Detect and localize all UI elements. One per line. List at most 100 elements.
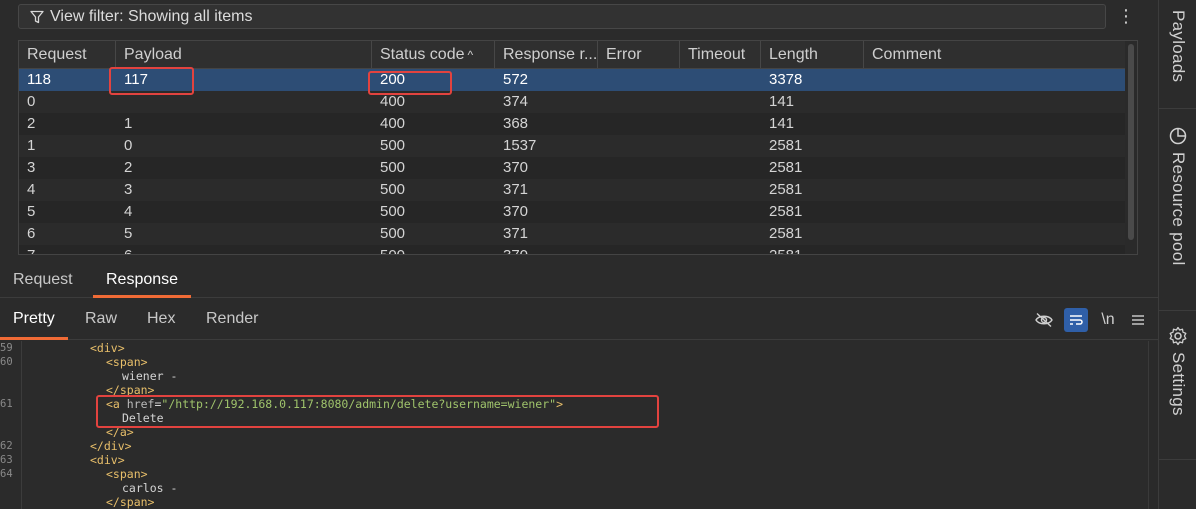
scrollbar-thumb[interactable] — [1128, 44, 1134, 240]
table-cell-error — [598, 201, 680, 223]
tab-pretty[interactable]: Pretty — [0, 300, 68, 340]
table-cell-payload: 2 — [124, 159, 133, 176]
column-header-status-code[interactable]: Status code ^ — [372, 41, 495, 68]
tab-render[interactable]: Render — [193, 300, 271, 340]
hide-eye-icon[interactable] — [1032, 308, 1056, 332]
code-token: </div> — [90, 439, 132, 453]
table-cell-payload: 1 — [124, 115, 133, 132]
table-cell-comment — [864, 201, 1125, 223]
column-header-request[interactable]: Request — [19, 41, 116, 68]
table-cell-length: 2581 — [769, 225, 803, 242]
table-cell-request: 2 — [27, 115, 36, 132]
table-header: Request Payload Status code ^ Response r.… — [19, 41, 1137, 69]
response-code-view[interactable]: 59 60 61 62 63 64 <div> <span> wiener - … — [0, 341, 1148, 509]
line-number: 60 — [0, 356, 13, 368]
right-sidebar: Payloads Resource pool Settings — [1158, 0, 1196, 509]
table-cell-request: 118 — [27, 71, 51, 88]
code-token: </span> — [106, 495, 155, 509]
sidebar-item-settings[interactable]: Settings — [1159, 326, 1196, 416]
table-cell-error — [598, 113, 680, 135]
table-cell-comment — [864, 179, 1125, 201]
column-header-comment[interactable]: Comment — [864, 41, 1125, 68]
table-cell-request: 0 — [27, 93, 36, 110]
table-cell-response: 371 — [503, 181, 529, 198]
table-body: 118 117 200 572 3378 0 400 374 141 2 1 400 368 141 1 0 5… — [19, 69, 1125, 254]
newline-toggle[interactable]: \n — [1096, 308, 1120, 332]
table-cell-response: 370 — [503, 159, 529, 176]
table-cell-comment — [864, 245, 1125, 254]
sidebar-label: Payloads — [1169, 10, 1188, 83]
table-cell-timeout — [680, 157, 761, 179]
message-tabs: Request Response — [0, 264, 1158, 298]
status-highlight-box — [368, 71, 452, 95]
table-cell-length: 2581 — [769, 203, 803, 220]
table-scrollbar[interactable] — [1125, 41, 1137, 254]
view-filter-bar[interactable]: View filter: Showing all items — [18, 4, 1106, 29]
column-header-length[interactable]: Length — [761, 41, 864, 68]
column-header-payload[interactable]: Payload — [116, 41, 372, 68]
sort-ascending-icon: ^ — [467, 48, 474, 62]
column-header-response-received[interactable]: Response r... — [495, 41, 598, 68]
table-cell-request: 7 — [19, 245, 116, 254]
pie-chart-icon — [1169, 127, 1187, 145]
tab-hex[interactable]: Hex — [134, 300, 188, 340]
code-line: carlos - — [122, 481, 178, 495]
table-cell-length: 3378 — [769, 71, 803, 88]
table-cell-timeout — [680, 135, 761, 157]
table-cell-response: 1537 — [503, 137, 537, 154]
column-header-timeout[interactable]: Timeout — [680, 41, 761, 68]
results-table: Request Payload Status code ^ Response r.… — [18, 40, 1138, 255]
table-row[interactable]: 5 4 500 370 2581 — [19, 201, 1125, 223]
table-cell-comment — [864, 157, 1125, 179]
tab-raw[interactable]: Raw — [72, 300, 130, 340]
more-options-icon[interactable]: ⋮ — [1116, 4, 1136, 28]
code-scrollbar[interactable] — [1148, 341, 1158, 509]
tab-request[interactable]: Request — [0, 264, 86, 298]
wrap-lines-icon[interactable] — [1064, 308, 1088, 332]
table-cell-comment — [864, 91, 1125, 113]
status-code-label: Status code — [380, 46, 465, 63]
table-cell-response: 368 — [503, 115, 529, 132]
table-cell-payload: 5 — [124, 225, 133, 242]
code-line: <div> — [90, 341, 125, 355]
sidebar-item-payloads[interactable]: Payloads — [1159, 4, 1196, 82]
table-cell-status: 500 — [380, 181, 406, 198]
tab-response[interactable]: Response — [93, 264, 192, 298]
payload-highlight-box — [109, 67, 194, 95]
link-highlight-box — [96, 395, 659, 428]
column-header-error[interactable]: Error — [598, 41, 680, 68]
table-cell-timeout — [680, 201, 761, 223]
table-cell-error — [598, 135, 680, 157]
code-line: </span> — [106, 495, 154, 509]
code-line: <div> — [90, 453, 125, 467]
table-cell-response: 371 — [503, 225, 529, 242]
table-cell-request: 6 — [27, 225, 36, 242]
table-cell-response: 370 — [503, 203, 529, 220]
table-row[interactable]: 4 3 500 371 2581 — [19, 179, 1125, 201]
table-cell-comment — [864, 113, 1125, 135]
table-cell-timeout — [680, 69, 761, 91]
table-cell-timeout — [680, 91, 761, 113]
table-cell-timeout — [680, 179, 761, 201]
table-cell-error — [598, 91, 680, 113]
table-cell-request: 3 — [27, 159, 36, 176]
table-cell-timeout — [680, 245, 761, 254]
sidebar-item-resource-pool[interactable]: Resource pool — [1159, 126, 1196, 266]
menu-icon[interactable] — [1126, 308, 1150, 332]
table-row[interactable]: 2 1 400 368 141 — [19, 113, 1125, 135]
table-row[interactable]: 76500370 2581 — [19, 245, 1125, 254]
table-cell-payload: 0 — [124, 137, 133, 154]
view-tabs: Pretty Raw Hex Render \n — [0, 300, 1158, 340]
table-row[interactable]: 1 0 500 1537 2581 — [19, 135, 1125, 157]
table-cell-error — [598, 179, 680, 201]
table-cell-timeout — [680, 223, 761, 245]
line-number-gutter: 59 60 61 62 63 64 — [0, 341, 22, 509]
filter-icon — [30, 10, 44, 23]
table-cell-length: 141 — [769, 93, 795, 110]
table-row[interactable]: 6 5 500 371 2581 — [19, 223, 1125, 245]
table-row[interactable]: 3 2 500 370 2581 — [19, 157, 1125, 179]
code-line: <span> — [106, 467, 148, 481]
table-cell-payload: 3 — [124, 181, 133, 198]
gear-icon — [1169, 326, 1187, 346]
table-cell-status: 500 — [380, 159, 406, 176]
